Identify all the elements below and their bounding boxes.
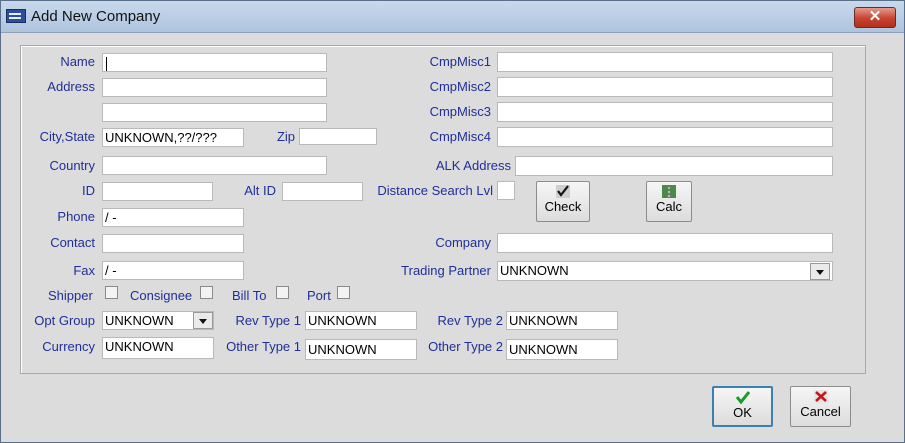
country-field[interactable] bbox=[102, 156, 327, 175]
ok-button-label: OK bbox=[733, 405, 752, 420]
cmpmisc4-field[interactable] bbox=[497, 127, 833, 147]
trading-partner-dropdown-icon[interactable] bbox=[810, 263, 830, 280]
ok-button[interactable]: OK bbox=[712, 386, 773, 427]
other-type1-field[interactable]: UNKNOWN bbox=[305, 339, 417, 360]
company-label: Company bbox=[435, 235, 491, 250]
road-icon bbox=[662, 185, 676, 198]
check-button[interactable]: Check bbox=[536, 181, 590, 222]
address-line2-field[interactable] bbox=[102, 103, 327, 122]
distance-search-lvl-label: Distance Search Lvl bbox=[377, 183, 493, 198]
shipper-checkbox[interactable] bbox=[105, 286, 118, 299]
alt-id-label: Alt ID bbox=[244, 183, 276, 198]
cmpmisc2-field[interactable] bbox=[497, 77, 833, 97]
trading-partner-label: Trading Partner bbox=[401, 263, 491, 278]
currency-label: Currency bbox=[42, 339, 95, 354]
alt-id-field[interactable] bbox=[282, 182, 363, 201]
currency-field[interactable]: UNKNOWN bbox=[102, 337, 214, 359]
opt-group-label: Opt Group bbox=[34, 313, 95, 328]
cmpmisc3-field[interactable] bbox=[497, 102, 833, 122]
name-label: Name bbox=[60, 54, 95, 69]
app-logo-icon bbox=[6, 9, 26, 23]
cmpmisc2-label: CmpMisc2 bbox=[429, 79, 491, 94]
trading-partner-select[interactable]: UNKNOWN bbox=[497, 261, 833, 281]
distance-search-lvl-field[interactable] bbox=[497, 181, 515, 200]
calc-button[interactable]: Calc bbox=[646, 181, 692, 222]
cmpmisc1-field[interactable] bbox=[497, 52, 833, 72]
phone-label: Phone bbox=[57, 209, 95, 224]
alk-address-field[interactable] bbox=[515, 156, 833, 176]
fax-field[interactable]: / - bbox=[102, 261, 244, 280]
company-field[interactable] bbox=[497, 233, 833, 253]
checkmark-icon bbox=[556, 185, 570, 198]
red-x-icon bbox=[813, 390, 828, 403]
close-button[interactable]: ✕ bbox=[854, 7, 896, 28]
bill-to-label: Bill To bbox=[232, 288, 267, 303]
cancel-button[interactable]: Cancel bbox=[790, 386, 851, 427]
contact-field[interactable] bbox=[102, 234, 244, 253]
fax-label: Fax bbox=[73, 263, 95, 278]
other-type2-label: Other Type 2 bbox=[428, 339, 503, 354]
shipper-label: Shipper bbox=[48, 288, 93, 303]
consignee-checkbox[interactable] bbox=[200, 286, 213, 299]
green-check-icon bbox=[735, 391, 750, 405]
consignee-label: Consignee bbox=[130, 288, 193, 303]
zip-label: Zip bbox=[276, 129, 295, 144]
rev-type1-field[interactable]: UNKNOWN bbox=[305, 311, 417, 330]
contact-label: Contact bbox=[50, 235, 95, 250]
text-cursor bbox=[106, 56, 107, 71]
address-line1-field[interactable] bbox=[102, 78, 327, 97]
city-state-field[interactable]: UNKNOWN,??/??? bbox=[102, 128, 244, 147]
add-company-dialog: Add New Company ✕ Name Address City,Stat… bbox=[0, 0, 905, 443]
rev-type2-field[interactable]: UNKNOWN bbox=[506, 311, 618, 330]
port-checkbox[interactable] bbox=[337, 286, 350, 299]
cancel-button-label: Cancel bbox=[800, 404, 841, 419]
id-field[interactable] bbox=[102, 182, 213, 201]
check-button-label: Check bbox=[544, 199, 582, 214]
port-label: Port bbox=[307, 288, 331, 303]
rev-type1-label: Rev Type 1 bbox=[235, 313, 301, 328]
country-label: Country bbox=[49, 158, 95, 173]
window-title: Add New Company bbox=[31, 8, 161, 25]
title-bar: Add New Company ✕ bbox=[1, 1, 904, 33]
calc-button-label: Calc bbox=[655, 199, 682, 214]
zip-field[interactable] bbox=[299, 128, 377, 145]
rev-type2-label: Rev Type 2 bbox=[437, 313, 503, 328]
cmpmisc4-label: CmpMisc4 bbox=[429, 129, 491, 144]
cmpmisc3-label: CmpMisc3 bbox=[429, 104, 491, 119]
alk-address-label: ALK Address bbox=[435, 158, 511, 173]
id-label: ID bbox=[82, 183, 95, 198]
other-type2-field[interactable]: UNKNOWN bbox=[506, 339, 618, 360]
opt-group-dropdown-icon[interactable] bbox=[193, 312, 213, 329]
cmpmisc1-label: CmpMisc1 bbox=[429, 54, 491, 69]
bill-to-checkbox[interactable] bbox=[276, 286, 289, 299]
other-type1-label: Other Type 1 bbox=[226, 339, 301, 354]
name-field[interactable] bbox=[102, 53, 327, 72]
address-label: Address bbox=[47, 79, 95, 94]
city-state-label: City,State bbox=[39, 129, 95, 144]
phone-field[interactable]: / - bbox=[102, 208, 244, 227]
